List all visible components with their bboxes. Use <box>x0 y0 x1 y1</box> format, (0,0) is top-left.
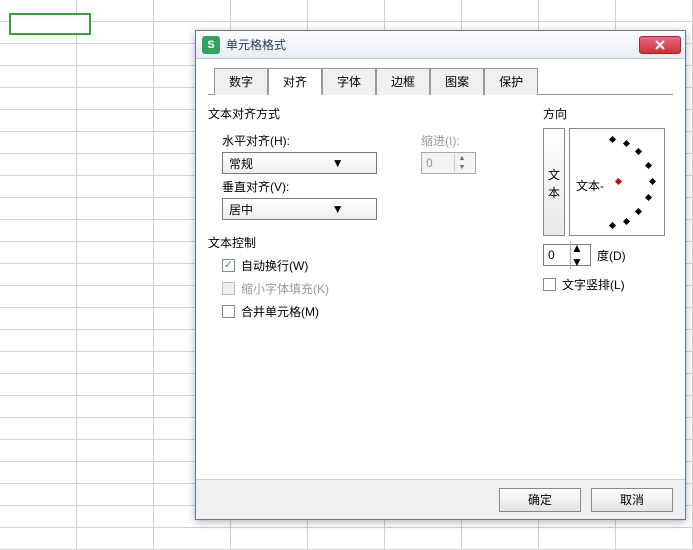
horizontal-align-value: 常规 <box>229 155 302 172</box>
tab-border[interactable]: 边框 <box>376 68 430 95</box>
titlebar[interactable]: S 单元格格式 <box>196 31 685 59</box>
shrink-fit-checkbox: 缩小字体填充(K) <box>222 280 525 297</box>
chevron-down-icon: ▼ <box>302 155 375 171</box>
ok-button[interactable]: 确定 <box>499 488 581 512</box>
checkbox-icon <box>222 282 235 295</box>
text-align-group-label: 文本对齐方式 <box>208 105 525 122</box>
wrap-text-checkbox[interactable]: 自动换行(W) <box>222 257 525 274</box>
tab-alignment[interactable]: 对齐 <box>268 68 322 95</box>
format-cells-dialog: S 单元格格式 数字 对齐 字体 边框 图案 保护 文本对齐方式 水平对齐(H)… <box>195 30 686 520</box>
vertical-align-value: 居中 <box>229 201 302 218</box>
wrap-text-label: 自动换行(W) <box>241 257 308 274</box>
vertical-text-checkbox[interactable]: 文字竖排(L) <box>543 276 673 293</box>
degree-input[interactable] <box>544 248 570 262</box>
text-control-group-label: 文本控制 <box>208 234 525 251</box>
indent-label: 缩进(I): <box>421 132 476 149</box>
tab-protect[interactable]: 保护 <box>484 68 538 95</box>
rotation-arc[interactable]: 文本- <box>569 128 665 236</box>
indent-input <box>422 156 454 170</box>
checkbox-icon <box>222 305 235 318</box>
tab-font[interactable]: 字体 <box>322 68 376 95</box>
app-icon: S <box>202 36 220 54</box>
horizontal-align-label: 水平对齐(H): <box>222 132 377 149</box>
tab-pattern[interactable]: 图案 <box>430 68 484 95</box>
close-icon <box>654 40 666 50</box>
horizontal-align-combo[interactable]: 常规 ▼ <box>222 152 377 174</box>
dialog-body: 数字 对齐 字体 边框 图案 保护 文本对齐方式 水平对齐(H): 常规 ▼ <box>196 59 685 479</box>
tab-bar: 数字 对齐 字体 边框 图案 保护 <box>208 67 673 95</box>
selected-cell[interactable] <box>9 13 91 35</box>
vertical-text-button[interactable]: 文 本 <box>543 128 565 236</box>
vertical-text-label: 文字竖排(L) <box>562 276 625 293</box>
degree-label: 度(D) <box>597 247 626 264</box>
merge-cells-label: 合并单元格(M) <box>241 303 319 320</box>
direction-group-label: 方向 <box>543 105 673 122</box>
chevron-down-icon: ▼ <box>302 201 375 217</box>
checkbox-icon <box>543 278 556 291</box>
rotation-handle-icon <box>615 178 622 185</box>
close-button[interactable] <box>639 36 681 54</box>
checkbox-icon <box>222 259 235 272</box>
cancel-button[interactable]: 取消 <box>591 488 673 512</box>
tab-number[interactable]: 数字 <box>214 68 268 95</box>
degree-up-icon[interactable]: ▲ <box>571 241 585 255</box>
degree-spinner[interactable]: ▲ ▼ <box>543 244 591 266</box>
indent-up-icon: ▲ <box>455 154 469 163</box>
vertical-align-label: 垂直对齐(V): <box>222 178 525 195</box>
shrink-fit-label: 缩小字体填充(K) <box>241 280 329 297</box>
indent-down-icon: ▼ <box>455 163 469 172</box>
degree-down-icon[interactable]: ▼ <box>571 255 585 269</box>
arc-text-label: 文本- <box>576 177 604 194</box>
dialog-title: 单元格格式 <box>226 36 639 53</box>
vertical-align-combo[interactable]: 居中 ▼ <box>222 198 377 220</box>
indent-spinner: ▲ ▼ <box>421 152 476 174</box>
dialog-footer: 确定 取消 <box>196 479 685 519</box>
merge-cells-checkbox[interactable]: 合并单元格(M) <box>222 303 525 320</box>
